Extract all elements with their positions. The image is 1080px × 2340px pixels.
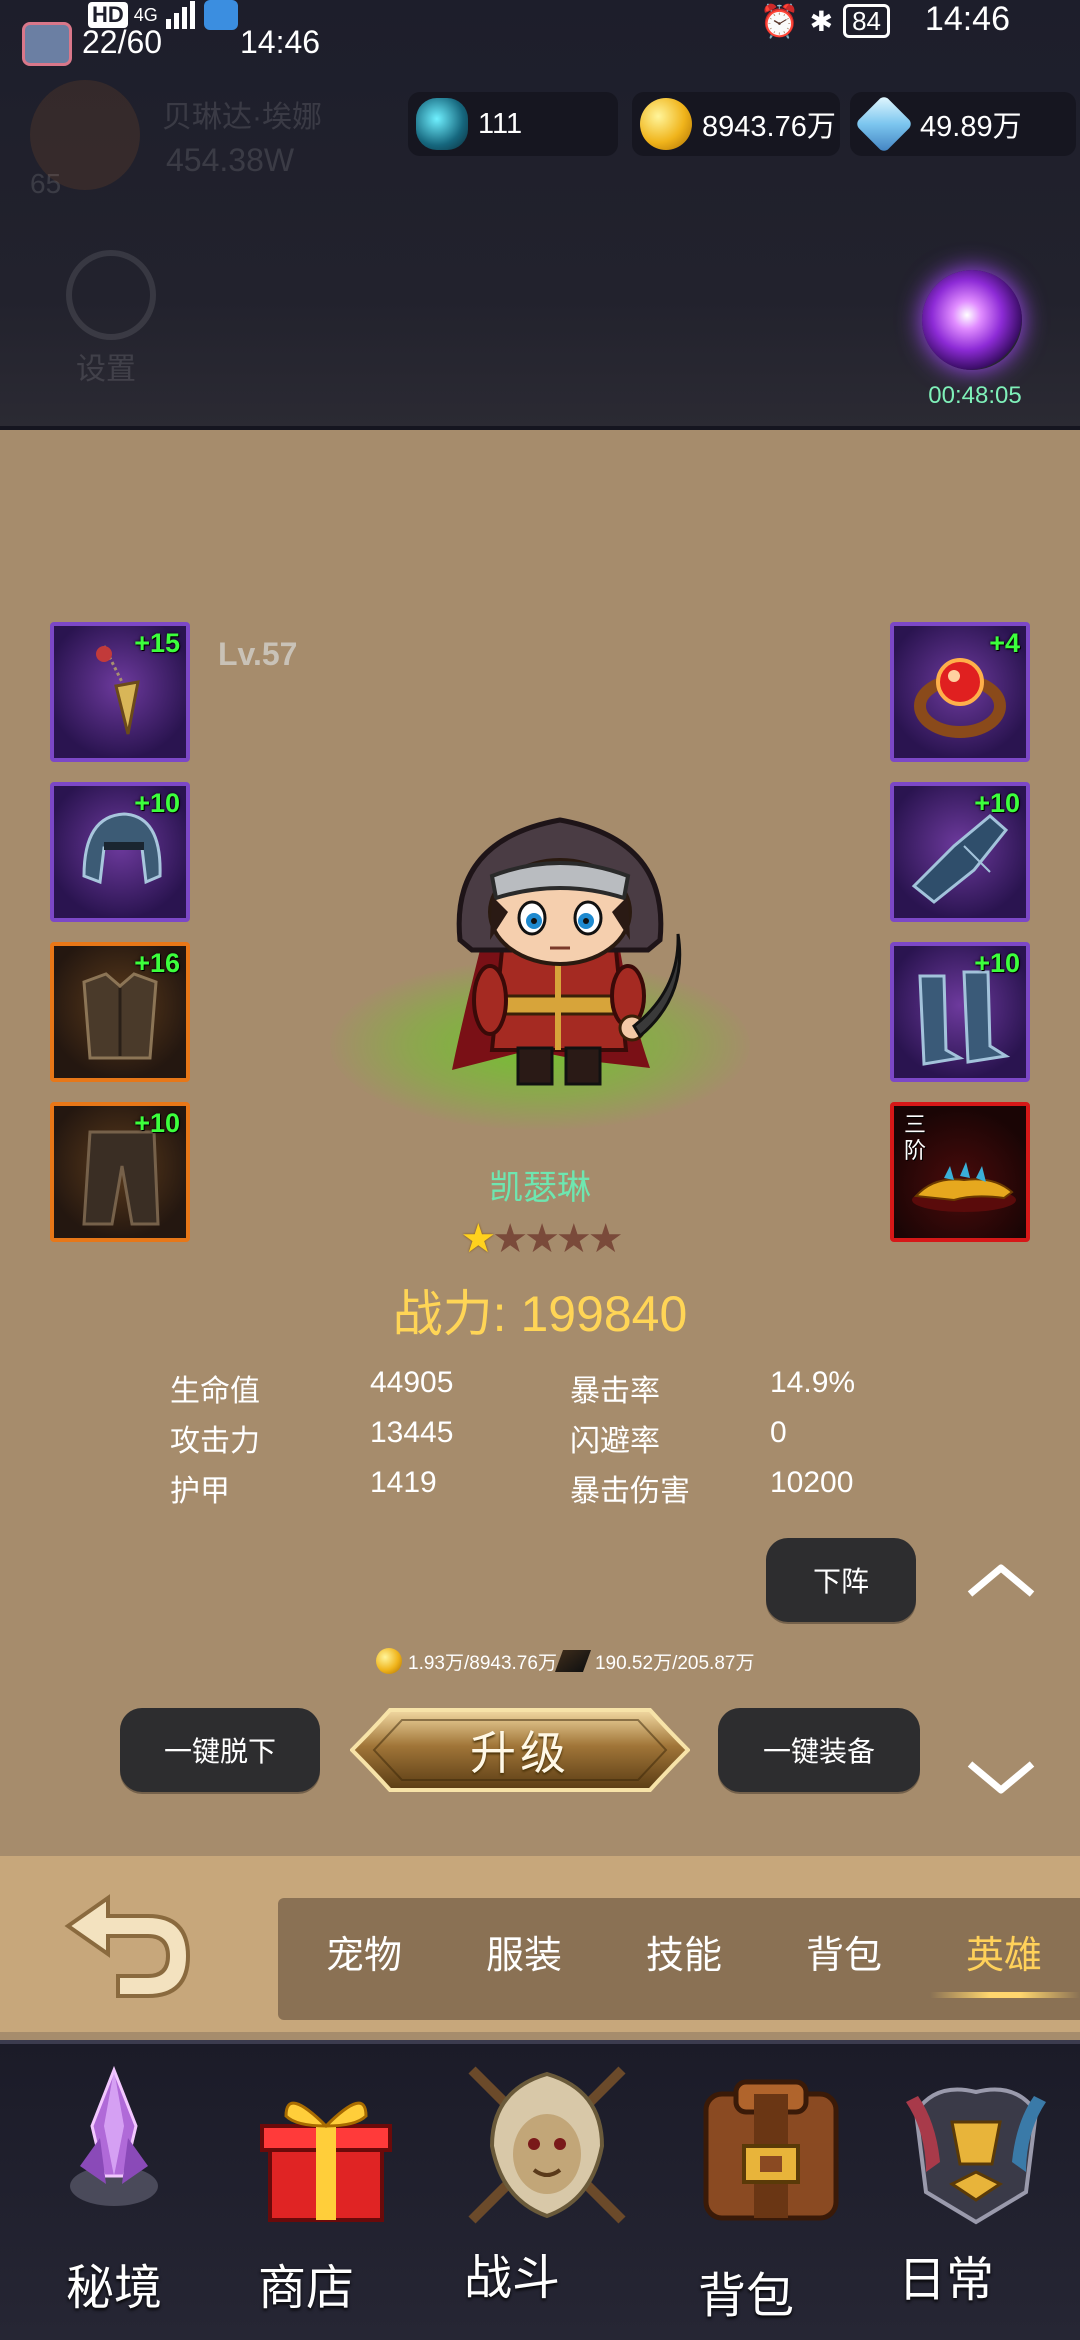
daily-emblem-icon: [906, 2087, 1046, 2225]
stat-label: 攻击力: [170, 1425, 260, 1458]
active-tab-indicator: [930, 1992, 1080, 1998]
withdraw-button[interactable]: 下阵: [766, 1538, 916, 1622]
system-icons: ⏰ ✱ 84: [760, 2, 890, 40]
equip-level: +4: [989, 628, 1020, 658]
nav-daily[interactable]: 日常: [896, 2072, 1056, 2307]
scroll-cost: 190.52万/205.87万: [594, 1652, 755, 1674]
chevron-up-icon[interactable]: [966, 1560, 1036, 1600]
nav-shop[interactable]: 商店: [256, 2086, 396, 2315]
star-empty-icon: ★: [524, 1217, 560, 1261]
tab-costume[interactable]: 服装: [486, 1924, 562, 1979]
nav-label: 战斗: [463, 2252, 560, 2305]
energy-counter: 22/60: [82, 24, 163, 60]
hero-power: 战力: 199840: [392, 1286, 688, 1342]
gold-coin-icon: [640, 98, 692, 150]
signal-bars-icon: [165, 1, 195, 29]
crystal-realm-icon: [70, 2065, 158, 2206]
stat-label: 护甲: [170, 1475, 230, 1508]
star-empty-icon: ★: [587, 1217, 624, 1261]
hero-star-rating: ★★★★★: [0, 1216, 1080, 1262]
hero-level: Lv.57: [218, 636, 298, 672]
battery-indicator: 84: [843, 4, 890, 38]
gold-resource[interactable]: 8943.76万: [632, 92, 840, 156]
orb-timer: 00:48:05: [928, 382, 1022, 409]
equip-level: +16: [134, 948, 180, 978]
signal-label: 4G: [133, 4, 158, 25]
equip-slot-boots[interactable]: +10: [890, 942, 1030, 1082]
pet-tier: 三阶: [904, 1112, 927, 1163]
equip-level: +10: [134, 1108, 180, 1138]
gold-coin-icon: [376, 1648, 402, 1674]
gift-box-icon: [260, 2101, 392, 2222]
diamond-icon: [854, 94, 914, 154]
equip-level: +10: [134, 788, 180, 818]
equip-slot-armor[interactable]: +16: [50, 942, 190, 1082]
rune-icon: [416, 98, 468, 150]
stat-value: 14.9%: [770, 1366, 856, 1399]
nav-label: 商店: [257, 2262, 354, 2315]
scroll-icon: [554, 1650, 591, 1672]
tv-icon[interactable]: [22, 22, 72, 66]
game-clock: 14:46: [240, 24, 321, 60]
player-level: 65: [30, 168, 62, 199]
player-name: 贝琳达·埃娜: [162, 101, 322, 134]
settings-gear-icon[interactable]: [66, 250, 156, 340]
stat-value: 0: [770, 1416, 787, 1449]
tab-hero[interactable]: 英雄: [966, 1924, 1042, 1979]
gold-cost: 1.93万/8943.76万: [408, 1652, 557, 1674]
settings-label: 设置: [76, 353, 136, 386]
rune-resource[interactable]: 111: [408, 92, 618, 156]
stat-label: 暴击伤害: [570, 1475, 690, 1508]
lion-crest-icon: [468, 2066, 626, 2224]
rune-amount: 111: [478, 107, 523, 140]
nav-backpack[interactable]: 背包: [696, 2076, 846, 2323]
stat-value: 13445: [370, 1416, 454, 1449]
tab-skills[interactable]: 技能: [646, 1924, 722, 1979]
equip-slot-gauntlets[interactable]: +10: [890, 782, 1030, 922]
tab-inventory[interactable]: 背包: [806, 1924, 882, 1979]
stat-label: 暴击率: [570, 1375, 660, 1408]
nav-label: 背包: [697, 2270, 794, 2323]
nav-secret-realm[interactable]: 秘境: [64, 2065, 164, 2315]
star-empty-icon: ★: [555, 1217, 592, 1261]
upgrade-label: 升级: [470, 1727, 570, 1779]
star-filled-icon: ★: [460, 1217, 496, 1261]
alarm-icon: ⏰: [759, 3, 800, 39]
stat-value: 10200: [770, 1466, 854, 1499]
hero-name: 凯瑟琳: [489, 1169, 591, 1207]
back-arrow-icon[interactable]: [50, 1890, 200, 2010]
unequip-all-button[interactable]: 一键脱下: [120, 1708, 320, 1792]
nav-label: 日常: [897, 2254, 994, 2307]
chevron-down-icon[interactable]: [966, 1758, 1036, 1798]
bluetooth-icon: ✱: [809, 5, 834, 37]
stat-label: 生命值: [170, 1375, 260, 1408]
player-power: 454.38W: [166, 142, 295, 178]
equip-slot-helmet[interactable]: +10: [50, 782, 190, 922]
equip-level: +10: [974, 788, 1020, 818]
magic-orb-icon[interactable]: [922, 270, 1022, 370]
nav-battle[interactable]: 战斗: [462, 2060, 632, 2305]
equip-level: +10: [974, 948, 1020, 978]
gem-resource[interactable]: 49.89万: [850, 92, 1076, 156]
equip-all-button[interactable]: 一键装备: [718, 1708, 920, 1792]
stat-label: 闪避率: [570, 1425, 660, 1458]
hero-character[interactable]: [420, 800, 710, 1100]
equip-slot-ring[interactable]: +4: [890, 622, 1030, 762]
star-empty-icon: ★: [492, 1217, 528, 1261]
stat-value: 44905: [370, 1366, 454, 1399]
equip-level: +15: [134, 628, 180, 658]
equip-slot-amulet[interactable]: +15: [50, 622, 190, 762]
gold-amount: 8943.76万: [702, 111, 836, 143]
gem-amount: 49.89万: [920, 111, 1022, 143]
upgrade-cost: 1.93万/8943.76万 190.52万/205.87万: [376, 1644, 754, 1678]
tab-pets[interactable]: 宠物: [326, 1924, 402, 1979]
top-header: HD 4G ⏰ ✱ 84 14:46 22/60 14:46 贝琳达·埃娜 45…: [0, 0, 1080, 430]
backpack-icon: [703, 2079, 839, 2221]
nav-label: 秘境: [65, 2262, 162, 2315]
stat-value: 1419: [370, 1466, 437, 1499]
cloud-app-icon: [203, 0, 238, 30]
system-time: 14:46: [924, 0, 1010, 38]
